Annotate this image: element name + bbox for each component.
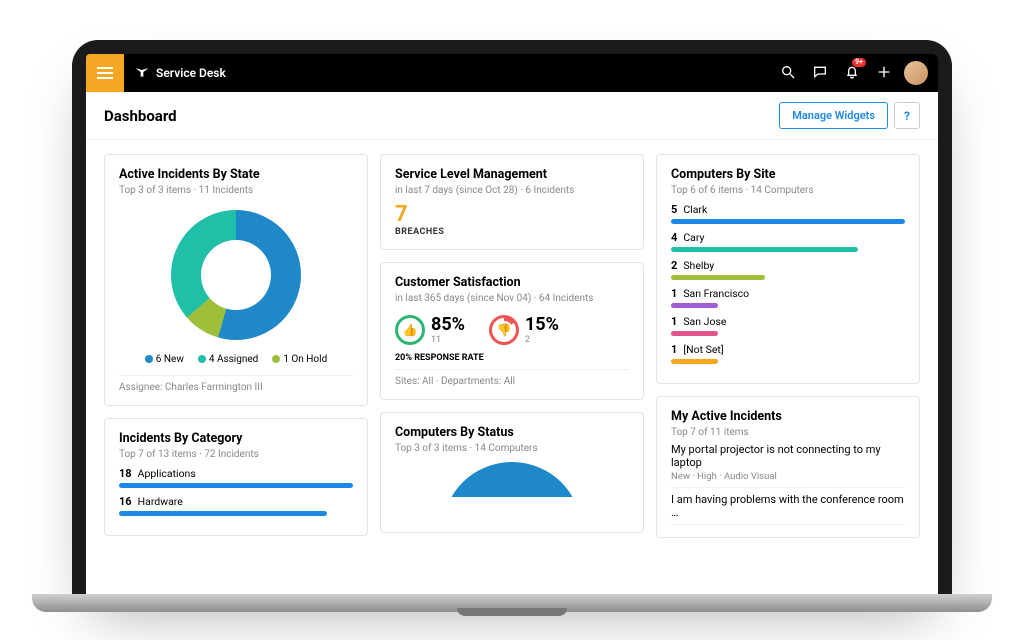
donut-chart — [171, 210, 301, 340]
widget-title: Service Level Management — [395, 167, 629, 182]
widget-title: Computers By Site — [671, 167, 905, 182]
widget-subtitle: Top 6 of 6 items · 14 Computers — [671, 185, 905, 196]
legend-item: 1 On Hold — [272, 354, 327, 365]
hamburger-menu-button[interactable] — [86, 54, 124, 92]
notification-badge: 9+ — [852, 58, 866, 67]
widget-title: My Active Incidents — [671, 409, 905, 424]
widget-computers-by-status[interactable]: Computers By Status Top 3 of 3 items · 1… — [380, 412, 644, 533]
help-button[interactable]: ? — [894, 102, 920, 129]
incident-title: My portal projector is not connecting to… — [671, 443, 905, 469]
plus-icon — [876, 64, 892, 83]
manage-widgets-button[interactable]: Manage Widgets — [779, 102, 888, 129]
thumbs-down-icon: 👎 — [489, 315, 519, 345]
incident-title: I am having problems with the conference… — [671, 493, 905, 519]
incident-item[interactable]: I am having problems with the conference… — [671, 488, 905, 525]
widget-subtitle: Top 3 of 3 items · 11 Incidents — [119, 185, 353, 196]
donut-chart — [442, 462, 582, 532]
incident-meta: New · High · Audio Visual — [671, 471, 905, 482]
widget-footer: Assignee: Charles Farmington III — [119, 375, 353, 393]
bar-row[interactable]: 5Clark — [671, 203, 905, 224]
widget-incidents-by-category[interactable]: Incidents By Category Top 7 of 13 items … — [104, 418, 368, 536]
slm-breach-label: BREACHES — [395, 227, 629, 237]
widget-title: Customer Satisfaction — [395, 275, 629, 290]
search-button[interactable] — [772, 54, 804, 92]
app-header: Service Desk 9+ — [86, 54, 938, 92]
page-title: Dashboard — [104, 107, 177, 125]
bar-row[interactable]: 18Applications — [119, 467, 353, 488]
widget-computers-by-site[interactable]: Computers By Site Top 6 of 6 items · 14 … — [656, 154, 920, 384]
notifications-button[interactable]: 9+ — [836, 54, 868, 92]
widget-subtitle: Top 3 of 3 items · 14 Computers — [395, 443, 629, 454]
widget-customer-satisfaction[interactable]: Customer Satisfaction in last 365 days (… — [380, 262, 644, 400]
bar-row[interactable]: 4Cary — [671, 231, 905, 252]
chat-icon — [812, 64, 828, 83]
bar-row[interactable]: 1[Not Set] — [671, 343, 905, 364]
thumbs-up-icon: 👍 — [395, 315, 425, 345]
widget-subtitle: in last 365 days (since Nov 04) · 64 Inc… — [395, 293, 629, 304]
bar-row[interactable]: 1San Jose — [671, 315, 905, 336]
bird-icon — [134, 64, 150, 83]
widget-service-level-management[interactable]: Service Level Management in last 7 days … — [380, 154, 644, 250]
legend-item: 4 Assigned — [198, 354, 258, 365]
bar-row[interactable]: 2Shelby — [671, 259, 905, 280]
csat-positive-pct: 85% — [431, 314, 465, 335]
widget-title: Active Incidents By State — [119, 167, 353, 182]
add-button[interactable] — [868, 54, 900, 92]
page-header: Dashboard Manage Widgets ? — [86, 92, 938, 140]
widget-active-incidents-by-state[interactable]: Active Incidents By State Top 3 of 3 ite… — [104, 154, 368, 406]
bar-row[interactable]: 1San Francisco — [671, 287, 905, 308]
search-icon — [780, 64, 796, 83]
csat-negative-pct: 15% — [525, 314, 559, 335]
app-brand[interactable]: Service Desk — [124, 64, 226, 83]
widget-footer: Sites: All · Departments: All — [395, 369, 629, 387]
widget-subtitle: in last 7 days (since Oct 28) · 6 Incide… — [395, 185, 629, 196]
app-name: Service Desk — [156, 66, 226, 80]
legend-item: 6 New — [145, 354, 184, 365]
incident-item[interactable]: My portal projector is not connecting to… — [671, 438, 905, 488]
chat-button[interactable] — [804, 54, 836, 92]
widget-title: Incidents By Category — [119, 431, 353, 446]
widget-subtitle: Top 7 of 13 items · 72 Incidents — [119, 449, 353, 460]
widget-my-active-incidents[interactable]: My Active Incidents Top 7 of 11 items My… — [656, 396, 920, 538]
bar-row[interactable]: 16Hardware — [119, 495, 353, 516]
csat-response-rate: 20% RESPONSE RATE — [395, 353, 629, 363]
avatar[interactable] — [904, 61, 928, 85]
chart-legend: 6 New 4 Assigned 1 On Hold — [119, 348, 353, 369]
widget-title: Computers By Status — [395, 425, 629, 440]
slm-breach-count: 7 — [395, 202, 629, 227]
widget-subtitle: Top 7 of 11 items — [671, 427, 905, 438]
